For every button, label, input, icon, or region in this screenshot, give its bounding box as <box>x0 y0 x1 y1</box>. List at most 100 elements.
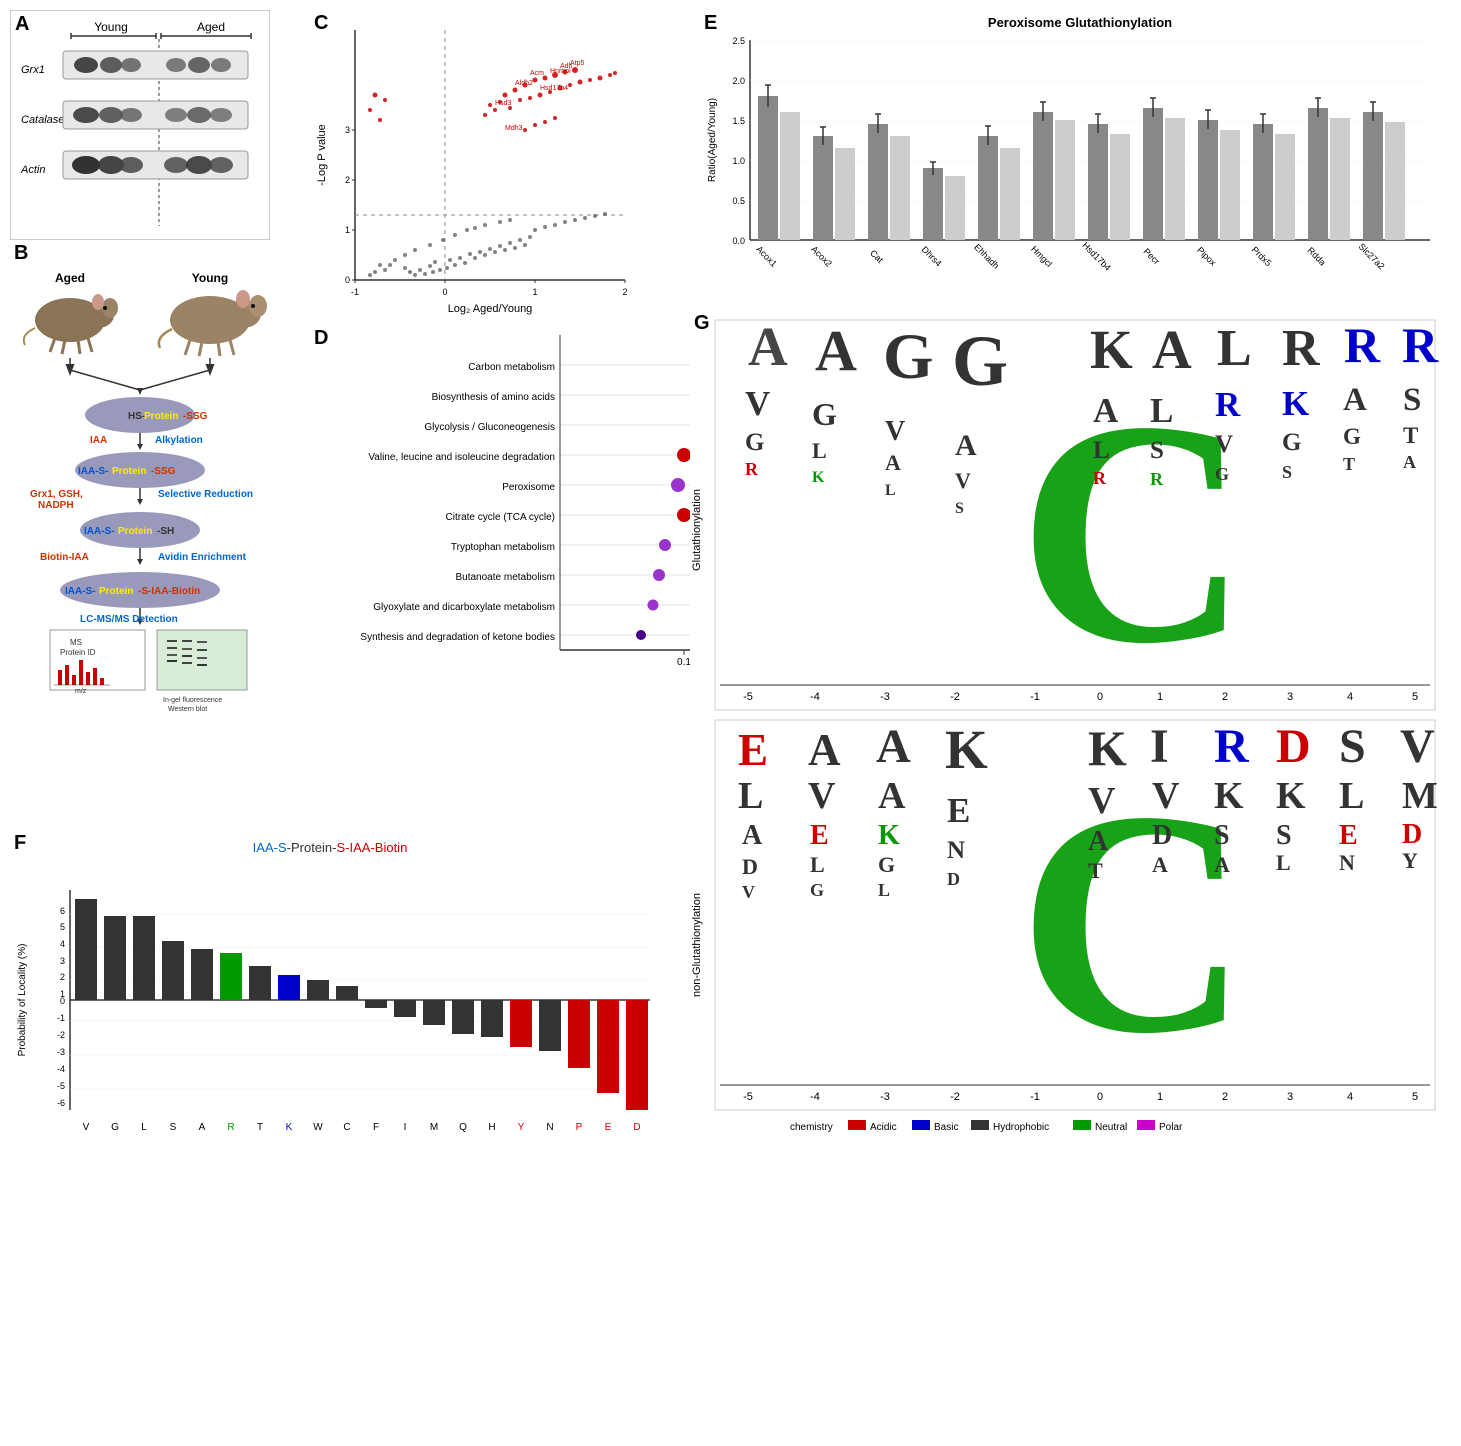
svg-text:Protein: Protein <box>144 411 178 422</box>
svg-text:K: K <box>1282 384 1309 423</box>
svg-text:-5: -5 <box>743 1091 753 1103</box>
svg-text:L: L <box>1276 850 1291 875</box>
bar-P <box>568 1000 590 1068</box>
bar-R <box>220 953 242 1000</box>
svg-text:Protein: Protein <box>118 526 152 537</box>
svg-text:Hsd3: Hsd3 <box>495 100 511 107</box>
svg-text:Avidin Enrichment: Avidin Enrichment <box>158 552 247 563</box>
svg-text:Probability of Locality (%): Probability of Locality (%) <box>17 944 28 1057</box>
svg-text:V: V <box>1152 775 1180 817</box>
svg-text:-4: -4 <box>810 691 820 703</box>
svg-text:T: T <box>1343 454 1355 474</box>
bar-I <box>394 1000 416 1017</box>
svg-text:S: S <box>955 500 964 517</box>
svg-text:Citrate cycle (TCA cycle): Citrate cycle (TCA cycle) <box>446 512 555 523</box>
panel-g-label: G <box>694 312 710 335</box>
svg-text:Butanoate metabolism: Butanoate metabolism <box>455 572 555 583</box>
svg-text:R: R <box>1282 320 1321 377</box>
svg-text:R: R <box>1344 317 1381 373</box>
svg-text:0: 0 <box>442 287 447 297</box>
svg-text:Basic: Basic <box>934 1122 958 1133</box>
group-young-label: Young <box>94 20 128 34</box>
svg-text:3: 3 <box>1287 691 1293 703</box>
bar-F <box>365 1000 387 1008</box>
svg-text:-4: -4 <box>57 1064 65 1074</box>
svg-text:H: H <box>488 1122 495 1133</box>
svg-text:V: V <box>83 1122 90 1133</box>
svg-text:S: S <box>1339 720 1366 773</box>
svg-text:V: V <box>1215 431 1233 458</box>
svg-text:V: V <box>955 468 971 493</box>
svg-text:K: K <box>945 719 988 780</box>
svg-text:V: V <box>808 775 836 817</box>
bar-W <box>307 980 329 1000</box>
bar-Q <box>452 1000 474 1034</box>
svg-text:-2: -2 <box>57 1030 65 1040</box>
svg-text:3: 3 <box>60 956 65 966</box>
svg-text:E: E <box>947 791 970 830</box>
svg-text:-2: -2 <box>950 1091 960 1103</box>
svg-text:Glyoxylate and dicarboxylate m: Glyoxylate and dicarboxylate metabolism <box>373 602 555 613</box>
svg-text:Hydrophobic: Hydrophobic <box>993 1122 1049 1133</box>
svg-text:1.0: 1.0 <box>732 156 745 166</box>
svg-text:Pecr: Pecr <box>1142 246 1162 266</box>
svg-text:1: 1 <box>1157 691 1163 703</box>
catalase-label: Catalase <box>21 114 64 126</box>
svg-text:Glycolysis / Gluconeogenesis: Glycolysis / Gluconeogenesis <box>424 422 555 433</box>
svg-text:R: R <box>1150 469 1164 489</box>
svg-text:IAA-S-: IAA-S- <box>84 526 115 537</box>
svg-text:Aldh2: Aldh2 <box>515 80 533 87</box>
svg-text:M: M <box>430 1122 438 1133</box>
panel-e: E Peroxisome Glutathionylation 0.0 0.5 1… <box>700 10 1460 300</box>
svg-text:K: K <box>1088 720 1127 776</box>
svg-text:A: A <box>748 316 788 377</box>
grx1-label: Grx1 <box>21 64 45 76</box>
svg-text:L: L <box>141 1122 147 1133</box>
svg-text:D: D <box>633 1122 640 1133</box>
svg-text:Alkylation: Alkylation <box>155 435 203 446</box>
svg-text:Synthesis and degradation of k: Synthesis and degradation of ketone bodi… <box>360 632 555 643</box>
svg-text:Carbon metabolism: Carbon metabolism <box>468 362 555 373</box>
svg-text:1: 1 <box>1157 1091 1163 1103</box>
svg-text:Selective Reduction: Selective Reduction <box>158 489 253 500</box>
svg-text:0: 0 <box>60 996 65 1006</box>
svg-text:Protein ID: Protein ID <box>60 648 96 657</box>
panel-c-label: C <box>314 12 328 35</box>
svg-text:-1: -1 <box>1030 691 1040 703</box>
svg-text:E: E <box>738 725 768 775</box>
non-glut-label: non-Glutathionylation <box>691 893 703 997</box>
panel-f-barchart: IAA-S-Protein-S-IAA-Biotin 6 5 4 3 2 1 0… <box>10 830 680 1180</box>
svg-text:D: D <box>742 854 758 879</box>
svg-text:S: S <box>1276 820 1292 851</box>
svg-text:-3: -3 <box>57 1047 65 1057</box>
svg-text:D: D <box>1402 819 1422 850</box>
svg-text:R: R <box>1215 385 1241 424</box>
panel-a-label: A <box>15 13 29 36</box>
svg-text:L: L <box>1217 320 1252 377</box>
svg-text:R: R <box>1093 468 1107 488</box>
panel-f-label: F <box>14 832 26 855</box>
svg-text:Grx1, GSH,: Grx1, GSH, <box>30 489 83 500</box>
svg-text:5: 5 <box>60 922 65 932</box>
svg-text:Ratio(Aged/Young): Ratio(Aged/Young) <box>707 98 718 182</box>
bar-T <box>249 966 271 1000</box>
svg-text:V: V <box>742 882 755 902</box>
svg-text:E: E <box>605 1122 612 1133</box>
svg-text:-2: -2 <box>950 691 960 703</box>
svg-text:A: A <box>876 720 911 773</box>
svg-text:2: 2 <box>60 972 65 982</box>
panel-g-seqlogo: Glutathionylation A V G R A G L K G V A … <box>690 310 1455 1160</box>
svg-text:Valine, leucine and isoleucine: Valine, leucine and isoleucine degradati… <box>368 452 555 463</box>
panel-e-label: E <box>704 12 717 35</box>
svg-text:A: A <box>1343 382 1367 418</box>
svg-text:E: E <box>810 820 829 851</box>
panel-e-title: Peroxisome Glutathionylation <box>988 15 1172 30</box>
svg-text:4: 4 <box>1347 1091 1353 1103</box>
svg-text:Biosynthesis of amino acids: Biosynthesis of amino acids <box>432 392 555 403</box>
svg-text:-SH: -SH <box>157 526 174 537</box>
svg-text:C: C <box>343 1122 350 1133</box>
svg-text:-5: -5 <box>743 691 753 703</box>
svg-text:Mdh3: Mdh3 <box>505 125 523 132</box>
svg-text:A: A <box>1214 852 1230 877</box>
bar-D <box>626 1000 648 1110</box>
